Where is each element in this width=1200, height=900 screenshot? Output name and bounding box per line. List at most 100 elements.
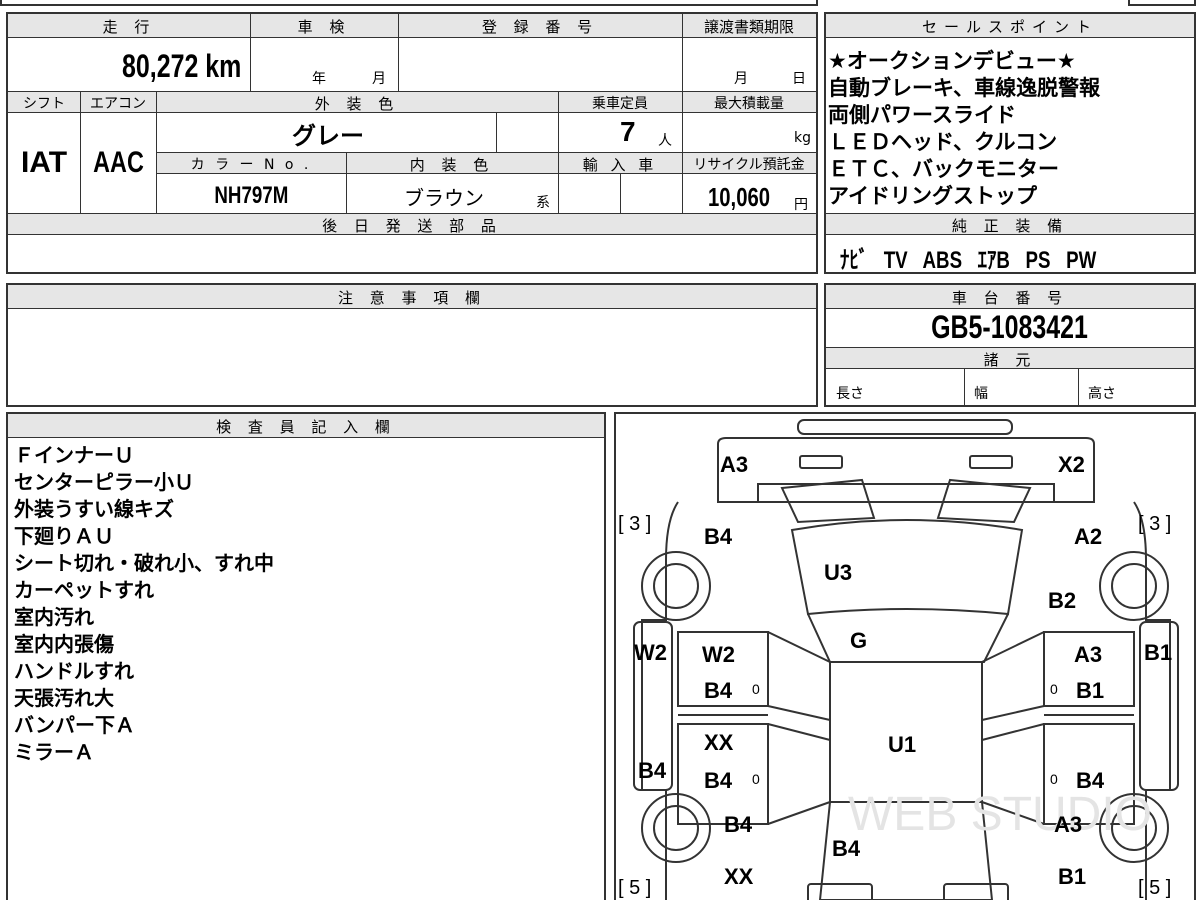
- code-right-fender: A2: [1074, 524, 1102, 549]
- front-right-wheel: [1099, 551, 1169, 621]
- sales-point-line: 両側パワースライド: [828, 103, 1016, 127]
- front-panel-outline: [717, 437, 1095, 503]
- later-parts-label: 後 日 発 送 部 品: [322, 217, 502, 235]
- inspector-line: バンパー下Ａ: [14, 713, 135, 737]
- code-left-front-door-2: B4: [704, 678, 733, 703]
- code-right-front-door-1: A3: [1074, 642, 1102, 667]
- interior-color-value: ブラウン: [404, 186, 484, 210]
- top-strip: [0, 0, 818, 6]
- code-right-side: B1: [1144, 640, 1172, 665]
- capacity-value: 7: [620, 116, 636, 147]
- code-left-front-door-1: W2: [702, 642, 735, 667]
- genuine-equipment-label: 純 正 装 備: [951, 217, 1069, 235]
- inspector-line: 外装うすい線キズ: [14, 497, 174, 521]
- code-right-rear-bottom: B1: [1058, 864, 1086, 889]
- notes-label: 注 意 事 項 欄: [337, 289, 487, 307]
- color-no-label: カ ラ ー N o .: [190, 157, 312, 173]
- specs-label: 諸 元: [983, 351, 1037, 369]
- inspector-line: 天張汚れ大: [14, 686, 114, 710]
- mileage-value: 80,272 km: [122, 48, 242, 84]
- sales-point-line: ＥＴＣ、バックモニター: [828, 157, 1059, 181]
- watermark: WEB STUDIO: [848, 788, 1152, 841]
- shaken-month-unit: 月: [372, 71, 386, 87]
- inspector-line: カーペットすれ: [14, 578, 154, 602]
- recycle-amount: 10,060: [708, 182, 771, 212]
- transfer-month-unit: 月: [734, 71, 748, 87]
- shift-value: IAT: [20, 146, 68, 179]
- length-label: 長さ: [836, 386, 864, 402]
- registration-label: 登 録 番 号: [481, 18, 599, 36]
- vehicle-info-table: 走 行 車 検 登 録 番 号 譲渡書類期限 80,272 km 年 月 月 日…: [6, 12, 818, 274]
- bracket-bottom-left: [ 5 ]: [618, 877, 651, 899]
- transfer-day-unit: 日: [792, 71, 806, 87]
- capacity-label: 乗車定員: [592, 96, 648, 112]
- interior-color-label: 内 装 色: [409, 156, 495, 174]
- front-bumper-outline: [797, 419, 1013, 435]
- inspector-label: 検 査 員 記 入 欄: [216, 418, 396, 436]
- height-label: 高さ: [1088, 386, 1116, 402]
- inspector-line: ハンドルすれ: [14, 659, 134, 683]
- sales-points-box: セールスポイント ★オークションデビュー★ 自動ブレーキ、車線逸脱警報 両側パワ…: [824, 12, 1196, 274]
- code-right-quarter: A3: [1054, 812, 1082, 837]
- code-right-front-door-2: B1: [1076, 678, 1104, 703]
- inspector-lines: ＦインナーＵ センターピラー小Ｕ 外装うすい線キズ 下廻りＡＵ シート切れ・破れ…: [14, 442, 274, 766]
- code-front-left: A3: [720, 452, 748, 477]
- bracket-top-right: [ 3 ]: [1138, 513, 1171, 535]
- code-zero-2: 0: [1050, 681, 1058, 697]
- code-hood-rear: G: [850, 628, 867, 653]
- sales-point-line: アイドリングストップ: [828, 184, 1037, 208]
- recycle-label: リサイクル預託金: [693, 157, 805, 173]
- rear-bumper-right: [943, 883, 1009, 900]
- cowl-outline: [807, 613, 1009, 663]
- exterior-color-value: グレー: [292, 123, 364, 150]
- code-right-fender-rear: B2: [1048, 588, 1076, 613]
- car-diagram: WEB STUDIO A3 X2 [ 3 ] [ 3 ] B4 A2 U3 B2…: [618, 419, 1179, 900]
- front-light-left: [799, 455, 843, 469]
- mileage-label: 走 行: [102, 18, 156, 36]
- rear-left-wheel: [641, 793, 711, 863]
- inspector-line: 室内汚れ: [14, 605, 94, 629]
- max-load-label: 最大積載量: [714, 96, 784, 112]
- rear-left-wheel-inner: [653, 805, 699, 851]
- import-label: 輸 入 車: [582, 156, 658, 174]
- inspector-line: ＦインナーＵ: [14, 443, 134, 467]
- sales-point-line: 自動ブレーキ、車線逸脱警報: [828, 76, 1101, 100]
- inspector-box: 検 査 員 記 入 欄 ＦインナーＵ センターピラー小Ｕ 外装うすい線キズ 下廻…: [6, 412, 606, 900]
- front-left-wheel: [641, 551, 711, 621]
- code-front-right: X2: [1058, 452, 1085, 477]
- code-left-quarter: B4: [724, 812, 753, 837]
- capacity-unit: 人: [658, 133, 672, 149]
- max-load-unit: kg: [794, 130, 811, 146]
- code-zero-4: 0: [1050, 771, 1058, 787]
- interior-color-suffix: 系: [536, 195, 550, 211]
- transfer-deadline-label: 譲渡書類期限: [703, 18, 794, 36]
- code-left-rear-door-2: B4: [704, 768, 733, 793]
- color-no-value: NH797M: [214, 182, 288, 209]
- front-right-wheel-inner: [1111, 563, 1157, 609]
- top-strip-right: [1128, 0, 1196, 6]
- left-door-seams: [767, 631, 831, 825]
- sales-points-list: ★オークションデビュー★ 自動ブレーキ、車線逸脱警報 両側パワースライド ＬＥＤ…: [828, 48, 1100, 210]
- front-light-right: [969, 455, 1013, 469]
- notes-box: 注 意 事 項 欄: [6, 283, 818, 407]
- inspector-line: ミラーＡ: [14, 740, 94, 764]
- inspector-line: センターピラー小Ｕ: [14, 470, 194, 494]
- genuine-equipment-items: ﾅﾋﾞ TV ABS ｴｱB PS PW: [840, 247, 1097, 274]
- chassis-number: GB5-1083421: [931, 309, 1089, 345]
- sales-point-line: ＬＥＤヘッド、クルコン: [828, 130, 1058, 154]
- chassis-box: 車 台 番 号 GB5-1083421 諸 元 長さ 幅 高さ: [824, 283, 1196, 407]
- bracket-bottom-right: [ 5 ]: [1138, 877, 1171, 899]
- chassis-label: 車 台 番 号: [951, 289, 1069, 307]
- sales-points-label: セールスポイント: [921, 18, 1098, 36]
- code-right-rear-door: B4: [1076, 768, 1105, 793]
- code-left-fender: B4: [704, 524, 733, 549]
- code-left-rear-bottom: XX: [724, 864, 754, 889]
- sales-point-line: ★オークションデビュー★: [828, 49, 1076, 73]
- code-windshield: U3: [824, 560, 852, 585]
- recycle-unit: 円: [794, 197, 808, 213]
- code-zero-3: 0: [752, 771, 760, 787]
- inspector-line: 下廻りＡＵ: [14, 524, 114, 548]
- shaken-year-unit: 年: [312, 71, 326, 87]
- inspector-line: シート切れ・破れ小、すれ中: [14, 551, 274, 575]
- code-left-rear-door-1: XX: [704, 730, 734, 755]
